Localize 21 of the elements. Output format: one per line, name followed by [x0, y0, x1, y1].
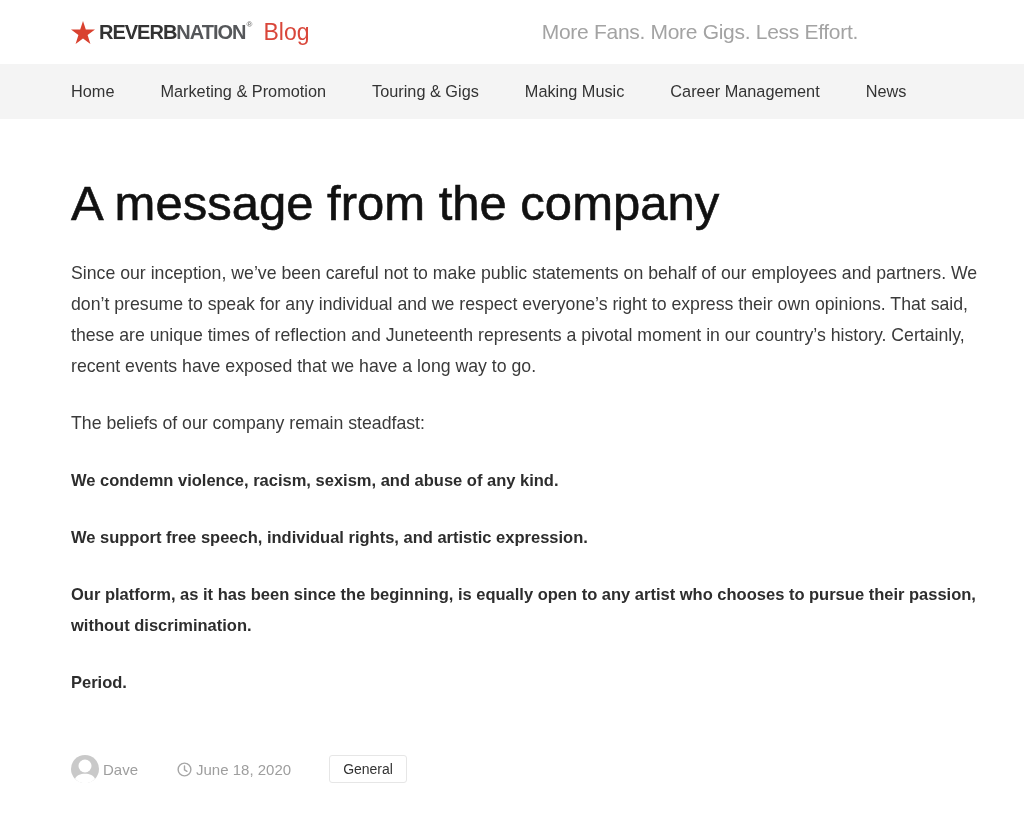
article-paragraph: Period.: [71, 672, 128, 693]
article-paragraph: The beliefs of our company remain steadfast:: [71, 412, 426, 435]
blog-label[interactable]: Blog: [263, 19, 310, 45]
clock-icon: [177, 761, 193, 777]
avatar-icon: [71, 755, 99, 783]
nav-link[interactable]: Career Management: [670, 82, 820, 101]
article-paragraph: We condemn violence, racism, sexism, and abuse of any kind.: [71, 470, 560, 491]
tagline: More Fans. More Gigs. Less Effort.: [541, 20, 858, 44]
star-logo-icon: [71, 20, 95, 44]
article-paragraph: We support free speech, individual rights, and artistic expression.: [71, 527, 589, 548]
nav-link[interactable]: News: [865, 82, 907, 101]
article-paragraph: Since our inception, we’ve been careful not to make public statements on behalf of our employees and partners. We don’t presume to speak for any individual and we respect everyone’s right to express their own opinions. That said, these are unique times of reflection and Juneteenth represents a pivotal moment in our country’s history. Certainly, recent events have exposed that we have a long way to go.: [71, 262, 979, 378]
article-paragraph: Our platform, as it has been since the beginning, is equally open to any artist who chooses to pursue their passion, without discrimination.: [71, 584, 977, 636]
nav-link[interactable]: Making Music: [524, 82, 625, 101]
logo-wordmark[interactable]: REVERBNATION$^{®}$: [99, 20, 252, 44]
post-date: June 18, 2020: [196, 760, 292, 778]
nav-link[interactable]: Touring & Gigs: [372, 82, 479, 101]
category-tag[interactable]: General: [329, 755, 407, 783]
nav-link[interactable]: Marketing & Promotion: [160, 82, 327, 101]
article-title: A message from the company: [71, 176, 721, 230]
nav-link[interactable]: Home: [71, 82, 115, 101]
